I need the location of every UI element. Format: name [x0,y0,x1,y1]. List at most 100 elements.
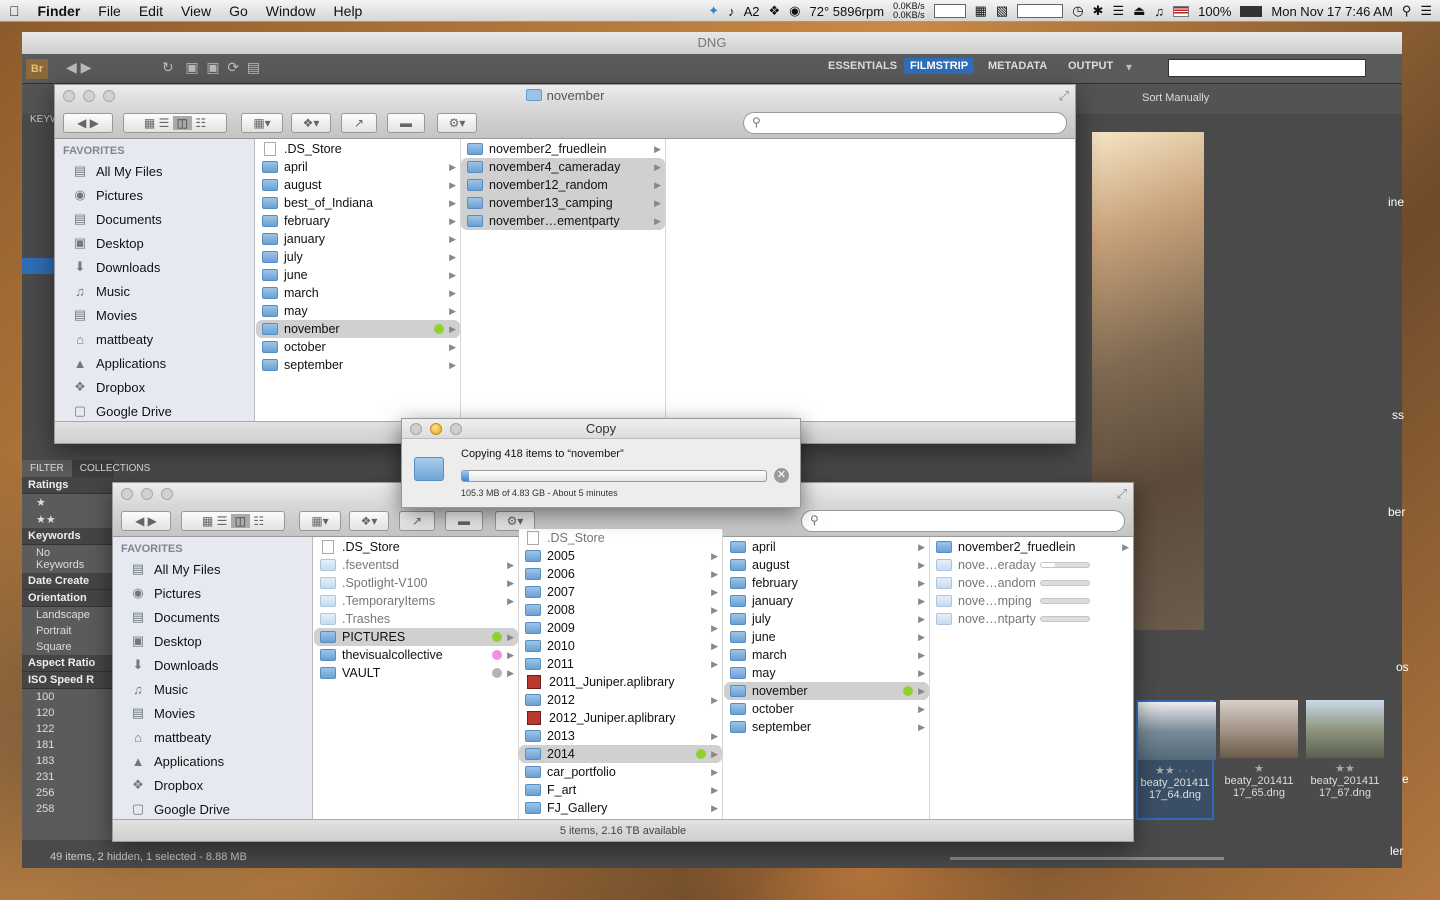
twitter-icon[interactable]: ✦ [708,3,719,19]
filter-row[interactable]: 183 [22,753,114,769]
list-item[interactable]: june ▶ [724,628,929,646]
list-item[interactable]: august ▶ [256,176,460,194]
tab-filter[interactable]: FILTER [22,460,72,477]
sidebar-item-all-my-files[interactable]: ▤ All My Files [55,159,254,183]
filter-row[interactable]: 256 [22,785,114,801]
list-item[interactable]: september ▶ [256,356,460,374]
filter-row[interactable]: 231 [22,769,114,785]
sidebar-item-music[interactable]: ♫ Music [55,279,254,303]
list-item[interactable]: 2005 ▶ [519,547,722,565]
list-item[interactable]: F_art ▶ [519,781,722,799]
eye-icon[interactable]: ◉ [789,3,800,19]
tags-button[interactable]: ▬ [445,511,483,531]
list-item[interactable]: 2006 ▶ [519,565,722,583]
action-gear-button[interactable]: ⚙▾ [495,511,535,531]
filter-row[interactable]: 122 [22,721,114,737]
filter-header-ratings[interactable]: Ratings [22,477,114,494]
action-gear-button[interactable]: ⚙▾ [437,113,477,133]
list-item[interactable]: .Trashes [314,610,518,628]
list-item[interactable]: november2_fruedlein ▶ [930,538,1133,556]
filter-header-orientation[interactable]: Orientation [22,590,114,607]
dropbox-button[interactable]: ❖▾ [349,511,389,531]
list-item[interactable]: may ▶ [256,302,460,320]
cpu-graph-icon[interactable] [933,4,966,18]
filter-header-keywords[interactable]: Keywords [22,528,114,545]
list-item[interactable]: february ▶ [256,212,460,230]
list-item[interactable]: january ▶ [256,230,460,248]
sidebar-item-desktop[interactable]: ▣ Desktop [113,629,312,653]
list-item-copying[interactable]: nove…ntparty [930,610,1133,628]
notification-center-icon[interactable]: ☰ [1420,3,1432,19]
sidebar-item-music[interactable]: ♫ Music [113,677,312,701]
list-item[interactable]: october ▶ [724,700,929,718]
cancel-copy-icon[interactable]: ✕ [774,468,789,483]
sidebar-item-dropbox[interactable]: ❖ Dropbox [55,375,254,399]
bridge-sort-label[interactable]: Sort Manually [1142,92,1209,104]
temp-fan-readout[interactable]: 72° 5896rpm [809,4,884,19]
list-item-selected[interactable]: november ▶ [256,320,460,338]
filmstrip-thumb-selected[interactable]: ★★ · · · beaty_201411 17_64.dng [1136,700,1216,820]
minimize-button[interactable] [430,423,442,435]
list-item[interactable]: 2011_Juniper.aplibrary [519,673,722,691]
activity-graph-icon[interactable] [1017,4,1064,18]
workspace-essentials[interactable]: ESSENTIALS [828,60,897,72]
bridge-back-icon[interactable]: ◀ ▶ [66,59,91,76]
filter-row[interactable]: 100 [22,689,114,705]
sidebar-item-applications[interactable]: ▲ Applications [55,351,254,375]
list-item-copying[interactable]: nove…eraday [930,556,1133,574]
back-forward-button[interactable]: ◀ ▶ [121,511,171,531]
battery-readout[interactable]: 100% [1198,4,1231,19]
filter-header-date[interactable]: Date Create [22,573,114,590]
list-item[interactable]: .fseventsd ▶ [314,556,518,574]
list-item[interactable]: february ▶ [724,574,929,592]
list-item[interactable]: 2009 ▶ [519,619,722,637]
zoom-button[interactable] [450,423,462,435]
arrange-button[interactable]: ▦▾ [241,113,283,133]
fullscreen-icon[interactable]: ⤢ [1117,483,1127,505]
list-item[interactable]: thevisualcollective ▶ [314,646,518,664]
list-item[interactable]: car_portfolio ▶ [519,763,722,781]
list-item-selected[interactable]: november…ementparty ▶ [461,212,665,230]
list-item[interactable]: best_of_Indiana ▶ [256,194,460,212]
share-button[interactable]: ↗ [399,511,435,531]
bell-icon[interactable]: ♪ [728,4,735,19]
list-item[interactable]: VAULT ▶ [314,664,518,682]
list-item[interactable]: may ▶ [724,664,929,682]
search-input[interactable]: ⚲ [743,112,1067,134]
list-item-selected[interactable]: 2014 ▶ [519,745,722,763]
battery-icon[interactable] [1240,5,1263,17]
list-item-copying[interactable]: nove…andom [930,574,1133,592]
memory-icon[interactable]: ▦ [975,3,987,19]
filter-row[interactable]: Landscape [22,607,114,623]
view-mode-buttons[interactable]: ▦ ☰ ◫ ☷ [181,511,285,531]
list-item[interactable]: april ▶ [256,158,460,176]
sidebar-item-google-drive[interactable]: ▢ Google Drive [113,797,312,819]
menu-go[interactable]: Go [220,3,257,19]
list-item[interactable]: 2011 ▶ [519,655,722,673]
spotlight-icon[interactable]: ⚲ [1402,3,1412,19]
close-button[interactable] [121,488,133,500]
list-item-copying[interactable]: nove…mping [930,592,1133,610]
wifi-icon[interactable]: ☰ [1112,3,1124,19]
eject-icon[interactable]: ⏏ [1133,3,1145,19]
list-item-selected[interactable]: november4_cameraday ▶ [461,158,665,176]
list-item-selected[interactable]: november13_camping ▶ [461,194,665,212]
sidebar-item-desktop[interactable]: ▣ Desktop [55,231,254,255]
dropbox-button[interactable]: ❖▾ [291,113,331,133]
list-item[interactable]: .DS_Store [519,529,722,547]
list-item[interactable]: july ▶ [256,248,460,266]
fullscreen-icon[interactable]: ⤢ [1059,85,1069,107]
search-input[interactable]: ⚲ [801,510,1125,532]
workspace-metadata[interactable]: METADATA [988,60,1047,72]
list-item[interactable]: august ▶ [724,556,929,574]
clock[interactable]: Mon Nov 17 7:46 AM [1271,4,1392,19]
disk-icon[interactable]: ▧ [996,3,1008,19]
sidebar-item-all-my-files[interactable]: ▤ All My Files [113,557,312,581]
workspace-chevron-icon[interactable]: ▾ [1126,60,1132,74]
flag-icon[interactable] [1173,5,1190,17]
sidebar-item-movies[interactable]: ▤ Movies [55,303,254,327]
workspace-output[interactable]: OUTPUT [1068,60,1113,72]
dropbox-icon[interactable]: ❖ [768,3,780,19]
sidebar-item-dropbox[interactable]: ❖ Dropbox [113,773,312,797]
close-button[interactable] [63,90,75,102]
